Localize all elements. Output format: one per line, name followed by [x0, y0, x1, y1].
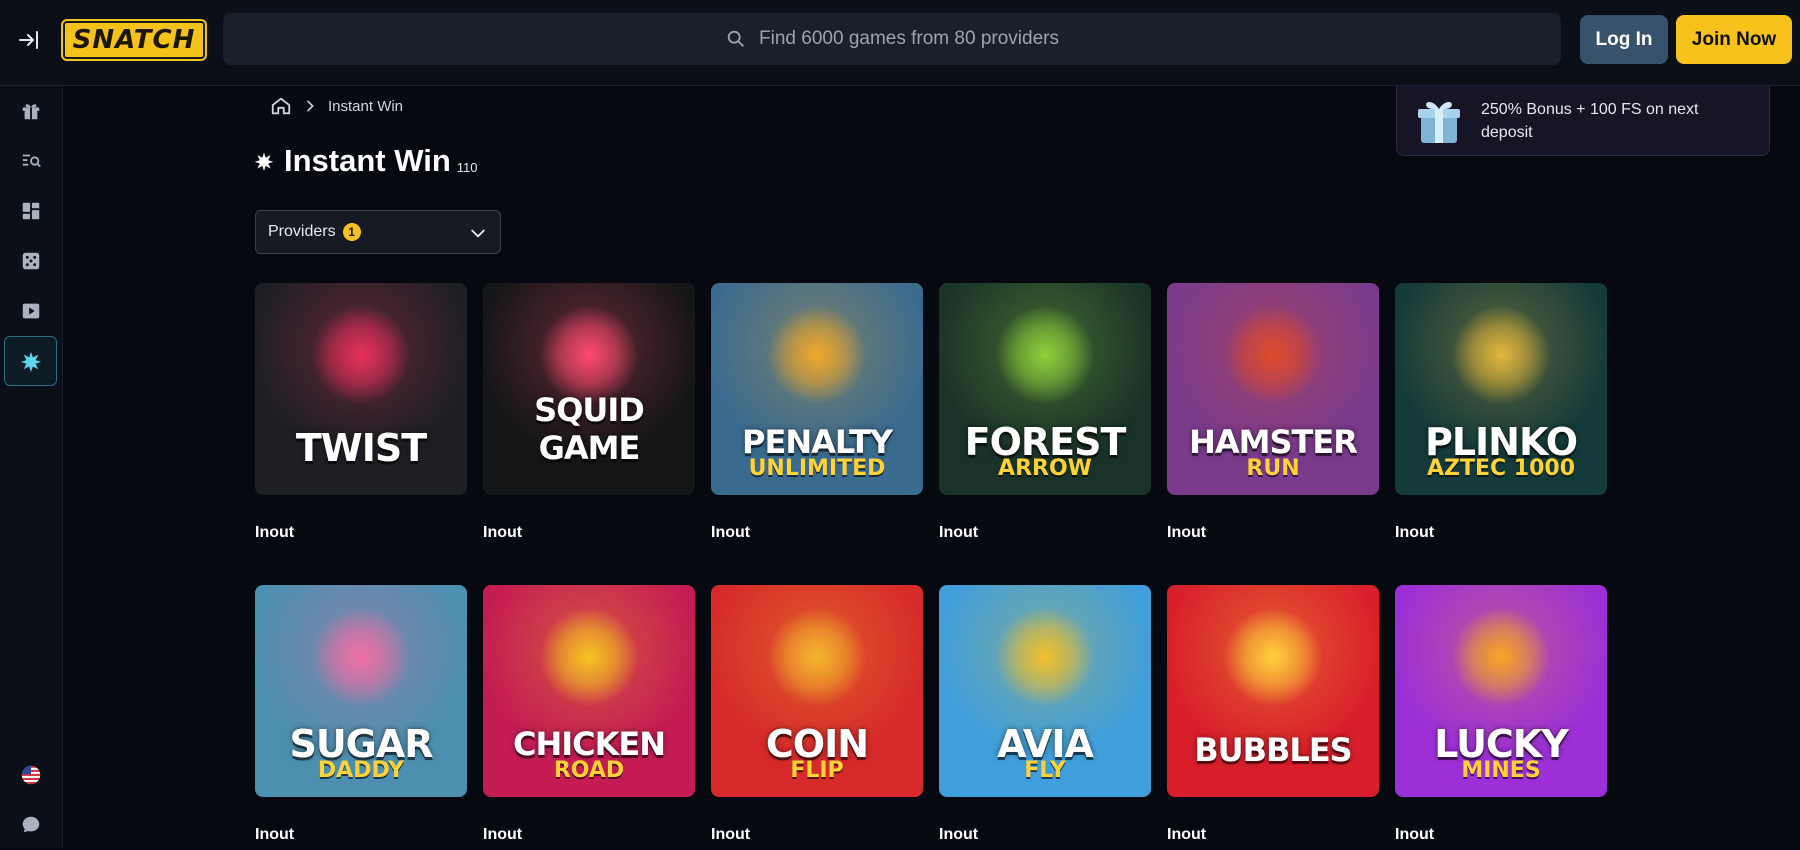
game-subtitle: RUN	[1246, 456, 1300, 481]
game-artwork	[1451, 607, 1551, 707]
providers-label: Providers	[268, 223, 336, 240]
game-provider[interactable]: Inout	[483, 826, 522, 844]
sidebar-item-instant-win[interactable]	[4, 336, 57, 386]
game-subtitle: FLIP	[790, 758, 844, 783]
game-card[interactable]: CHICKEN ROAD	[483, 585, 695, 797]
game-provider[interactable]: Inout	[1167, 826, 1206, 844]
chat-icon	[22, 816, 39, 833]
page-header: Instant Win 110	[254, 143, 478, 179]
game-subtitle: FLY	[1024, 758, 1066, 783]
game-title: SQUID GAME	[534, 391, 645, 467]
snatch-logo[interactable]: SNATCH	[63, 21, 205, 59]
game-subtitle: UNLIMITED	[748, 456, 886, 481]
gift-icon	[22, 104, 39, 120]
game-subtitle: ARROW	[998, 456, 1092, 481]
game-subtitle: DADDY	[317, 758, 405, 783]
game-subtitle: ROAD	[553, 758, 625, 783]
login-button[interactable]: Log In	[1580, 15, 1668, 64]
sidebar-item-live[interactable]	[4, 286, 57, 336]
game-artwork	[767, 607, 867, 707]
game-artwork	[539, 305, 639, 405]
game-artwork	[1451, 305, 1551, 405]
game-artwork	[311, 607, 411, 707]
game-card[interactable]: SUGAR DADDY	[255, 585, 467, 797]
expand-sidebar-icon[interactable]	[14, 26, 44, 54]
game-artwork	[311, 305, 411, 405]
dice-icon	[22, 252, 39, 270]
breadcrumb: Instant Win	[270, 94, 403, 118]
game-subtitle: AZTEC 1000	[1426, 456, 1576, 481]
bonus-promo-banner[interactable]: 250% Bonus + 100 FS on next deposit	[1396, 86, 1770, 156]
game-provider[interactable]: Inout	[1167, 524, 1206, 542]
game-artwork	[539, 607, 639, 707]
providers-dropdown[interactable]: Providers 1	[255, 210, 501, 254]
game-card[interactable]: HAMSTER RUN	[1167, 283, 1379, 495]
game-card[interactable]: LUCKY MINES	[1395, 585, 1607, 797]
game-artwork	[767, 305, 867, 405]
promo-text: 250% Bonus + 100 FS on next deposit	[1481, 100, 1699, 141]
us-flag-icon	[21, 765, 40, 785]
game-artwork	[995, 305, 1095, 405]
game-title: TWIST	[295, 426, 427, 470]
search-placeholder: Find 6000 games from 80 providers	[759, 28, 1059, 49]
language-selector[interactable]	[4, 750, 57, 800]
game-card[interactable]: COIN FLIP	[711, 585, 923, 797]
game-provider[interactable]: Inout	[1395, 826, 1434, 844]
game-card[interactable]: AVIA FLY	[939, 585, 1151, 797]
instant-win-icon	[254, 152, 274, 171]
providers-count-badge: 1	[342, 223, 361, 241]
game-card[interactable]: PENALTY UNLIMITED	[711, 283, 923, 495]
game-artwork	[1223, 305, 1323, 405]
game-count: 110	[456, 160, 478, 175]
instant-win-icon	[20, 351, 41, 372]
gift-box-icon	[1418, 101, 1460, 143]
game-card[interactable]: TWIST	[255, 283, 467, 495]
game-subtitle: MINES	[1461, 758, 1541, 783]
home-icon[interactable]	[270, 95, 292, 117]
sidebar-item-lobby[interactable]	[4, 186, 57, 236]
chevron-down-icon	[471, 229, 485, 238]
chevron-right-icon	[307, 100, 314, 112]
search-bar[interactable]: Find 6000 games from 80 providers	[223, 13, 1561, 65]
play-icon	[22, 303, 39, 319]
breadcrumb-current: Instant Win	[328, 97, 404, 115]
game-provider[interactable]: Inout	[483, 524, 522, 542]
page-title: Instant Win	[284, 143, 451, 178]
game-provider[interactable]: Inout	[939, 524, 978, 542]
game-provider[interactable]: Inout	[255, 524, 294, 542]
search-list-icon	[22, 154, 41, 168]
game-title: BUBBLES	[1194, 731, 1352, 769]
join-now-button[interactable]: Join Now	[1676, 15, 1792, 64]
support-chat[interactable]	[4, 800, 57, 850]
dashboard-icon	[22, 202, 39, 220]
game-provider[interactable]: Inout	[711, 524, 750, 542]
sidebar-item-search-games[interactable]	[4, 136, 57, 186]
top-bar: SNATCH Find 6000 games from 80 providers…	[0, 0, 1800, 86]
game-provider[interactable]: Inout	[255, 826, 294, 844]
game-provider[interactable]: Inout	[1395, 524, 1434, 542]
game-card[interactable]: SQUID GAME	[483, 283, 695, 495]
game-provider[interactable]: Inout	[711, 826, 750, 844]
game-card[interactable]: PLINKO AZTEC 1000	[1395, 283, 1607, 495]
sidebar-item-promotions[interactable]	[4, 86, 57, 136]
game-artwork	[1223, 607, 1323, 707]
sidebar	[0, 86, 63, 848]
game-card[interactable]: FOREST ARROW	[939, 283, 1151, 495]
search-icon	[727, 30, 745, 47]
game-artwork	[995, 607, 1095, 707]
sidebar-item-table-games[interactable]	[4, 236, 57, 286]
game-card[interactable]: BUBBLES	[1167, 585, 1379, 797]
game-provider[interactable]: Inout	[939, 826, 978, 844]
